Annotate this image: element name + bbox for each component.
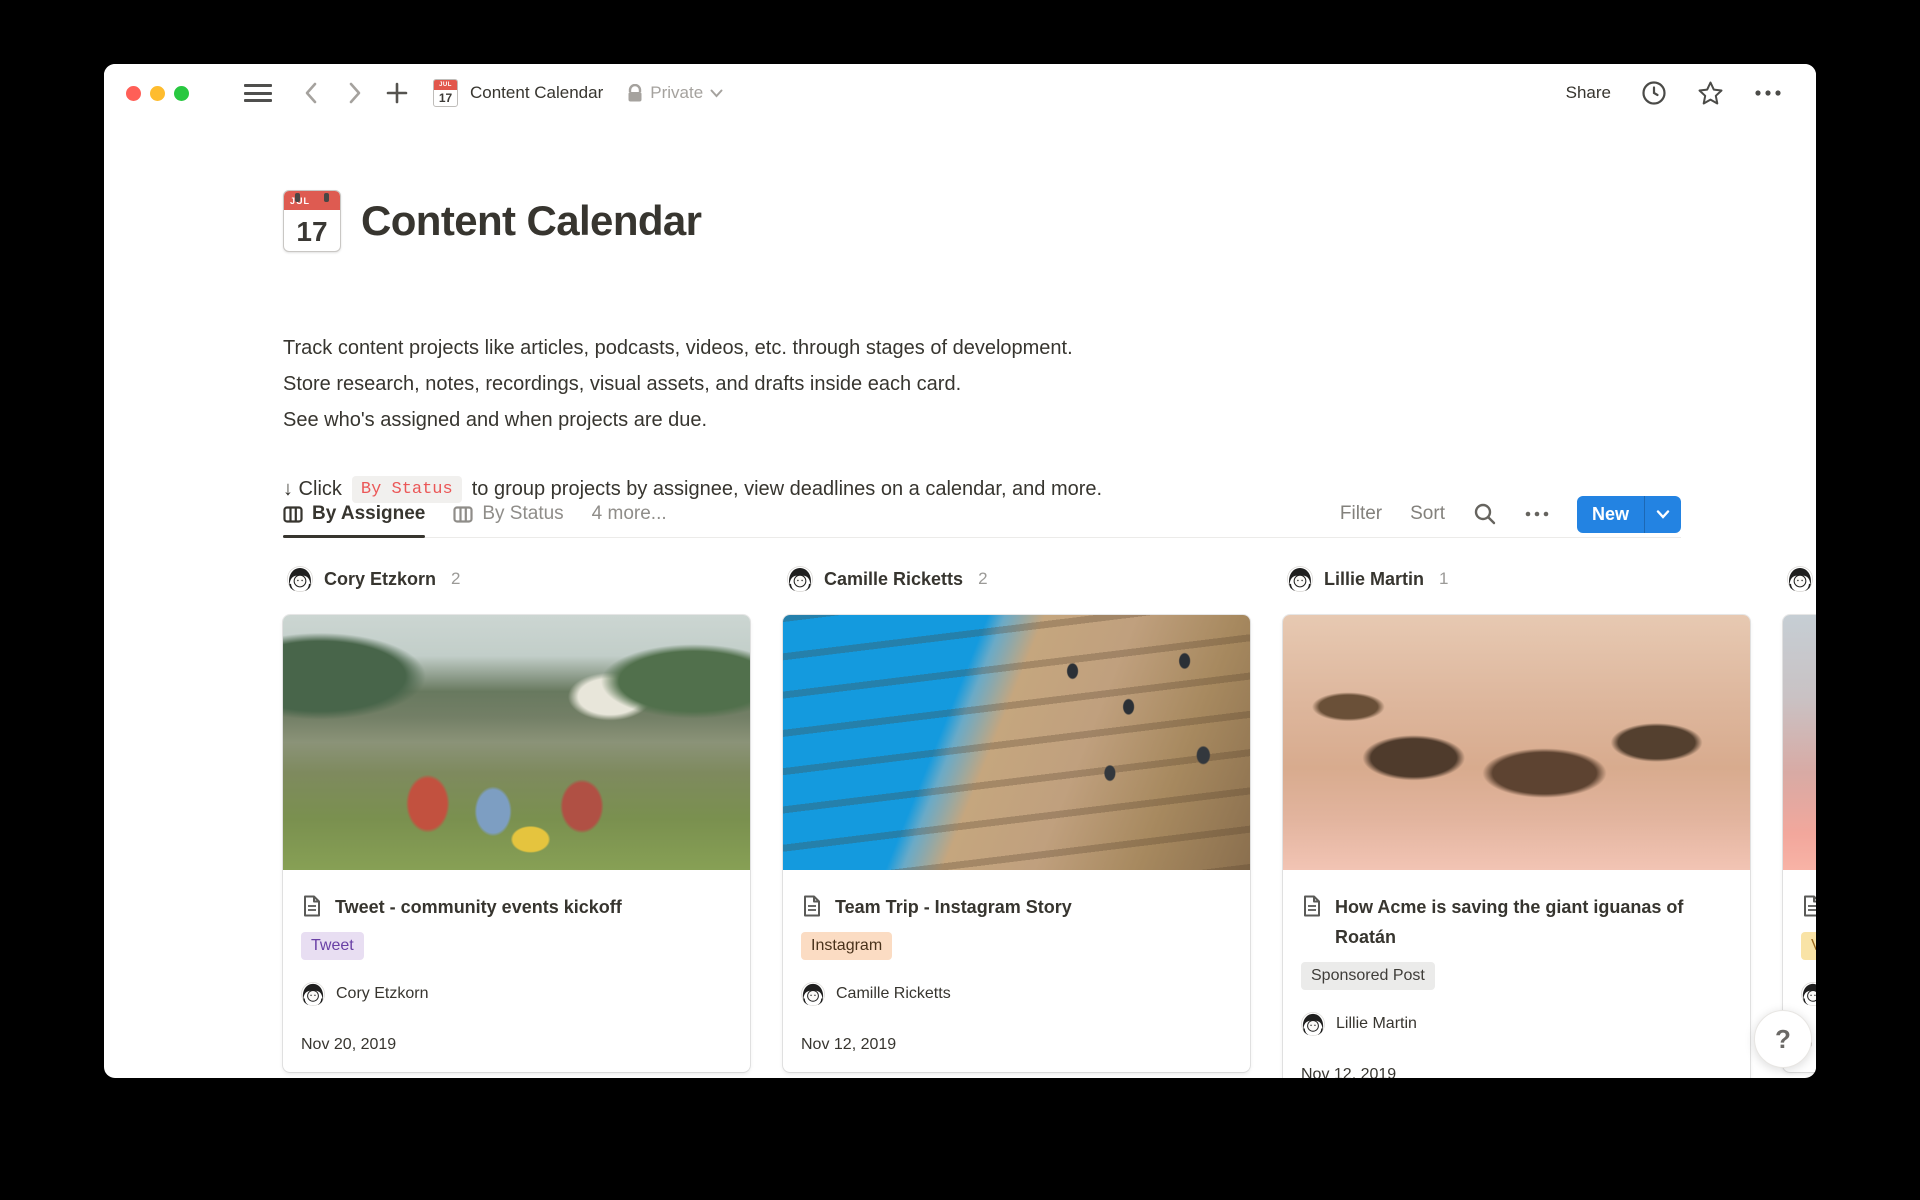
column-count: 1 [1439, 569, 1448, 589]
close-window-button[interactable] [126, 86, 141, 101]
board-by-assignee: Cory Etzkorn 2 Tweet - community events … [283, 566, 1816, 1078]
avatar [1287, 566, 1313, 592]
privacy-dropdown[interactable]: Private [627, 83, 723, 103]
column-header[interactable]: Cory Etzkorn 2 [283, 566, 750, 592]
column-count: 2 [451, 569, 460, 589]
card-cover-image [783, 615, 1250, 870]
share-button[interactable]: Share [1566, 83, 1611, 103]
tag-pill: V [1801, 932, 1816, 960]
avatar [1301, 1012, 1325, 1036]
tab-by-status[interactable]: By Status [453, 490, 563, 538]
document-icon [1801, 895, 1816, 918]
board-column: V D [1783, 566, 1816, 1078]
page-description: Track content projects like articles, po… [283, 330, 1073, 438]
chevron-down-icon [710, 89, 723, 98]
page-calendar-icon[interactable]: JUL 17 [283, 190, 341, 252]
tab-label: By Assignee [312, 503, 425, 525]
assignee-name: Cory Etzkorn [336, 985, 428, 1003]
back-icon[interactable] [301, 80, 323, 106]
assignee-name: Camille Ricketts [836, 985, 951, 1003]
board-view-icon [283, 506, 303, 523]
page-title[interactable]: Content Calendar [361, 197, 701, 245]
description-line: Store research, notes, recordings, visua… [283, 366, 1073, 402]
breadcrumb-page-title[interactable]: Content Calendar [470, 83, 603, 103]
card-cover-image [1783, 615, 1816, 870]
column-name: Lillie Martin [1324, 569, 1424, 590]
column-header[interactable]: Lillie Martin 1 [1283, 566, 1750, 592]
tag-pill: Sponsored Post [1301, 962, 1435, 990]
card-date: Nov 20, 2019 [301, 1032, 732, 1058]
new-page-plus-icon[interactable] [385, 81, 409, 105]
column-header[interactable] [1783, 566, 1816, 592]
avatar [1801, 982, 1816, 1006]
sidebar-menu-icon[interactable] [243, 82, 273, 104]
privacy-label: Private [650, 83, 703, 103]
more-views-link[interactable]: 4 more... [592, 503, 667, 525]
card-team-trip-instagram-story[interactable]: Team Trip - Instagram Story Instagram Ca… [783, 615, 1250, 1072]
tab-by-assignee[interactable]: By Assignee [283, 490, 425, 538]
document-icon [801, 895, 822, 918]
avatar [301, 982, 325, 1006]
minimize-window-button[interactable] [150, 86, 165, 101]
card-date: Nov 12, 2019 [1301, 1062, 1732, 1078]
updates-clock-icon[interactable] [1641, 80, 1667, 106]
column-name: Camille Ricketts [824, 569, 963, 590]
zoom-window-button[interactable] [174, 86, 189, 101]
description-line: See who's assigned and when projects are… [283, 402, 1073, 438]
tag-pill: Instagram [801, 932, 892, 960]
filter-button[interactable]: Filter [1340, 503, 1382, 525]
titlebar: JUL 17 Content Calendar Private Share [104, 64, 1816, 122]
column-count: 2 [978, 569, 987, 589]
column-header[interactable]: Camille Ricketts 2 [783, 566, 1250, 592]
avatar [1787, 566, 1813, 592]
lock-icon [627, 84, 643, 103]
card-title: Tweet - community events kickoff [335, 892, 622, 922]
document-icon [1301, 895, 1322, 918]
board-column: Cory Etzkorn 2 Tweet - community events … [283, 566, 750, 1078]
avatar [787, 566, 813, 592]
card-date: Nov 12, 2019 [801, 1032, 1232, 1058]
card-cover-image [1283, 615, 1750, 870]
notion-app-window: JUL 17 Content Calendar Private Share JU… [104, 64, 1816, 1078]
column-name: Cory Etzkorn [324, 569, 436, 590]
new-button-group: New [1577, 496, 1681, 533]
new-button[interactable]: New [1577, 496, 1644, 533]
sort-button[interactable]: Sort [1410, 503, 1445, 525]
card-partial[interactable]: V D [1783, 615, 1816, 1072]
card-tweet-community-events[interactable]: Tweet - community events kickoff Tweet C… [283, 615, 750, 1072]
forward-icon[interactable] [343, 80, 365, 106]
card-acme-iguanas[interactable]: How Acme is saving the giant iguanas of … [1283, 615, 1750, 1078]
search-icon[interactable] [1473, 502, 1497, 526]
avatar [287, 566, 313, 592]
card-cover-image [283, 615, 750, 870]
help-button[interactable]: ? [1754, 1010, 1812, 1068]
window-controls [126, 86, 189, 101]
board-column: Lillie Martin 1 How Acme is saving the g… [1283, 566, 1750, 1078]
avatar [801, 982, 825, 1006]
view-bar: By Assignee By Status 4 more... Filter S… [283, 490, 1681, 538]
favorite-star-icon[interactable] [1697, 80, 1724, 107]
card-title: How Acme is saving the giant iguanas of … [1335, 892, 1732, 952]
assignee-name: Lillie Martin [1336, 1015, 1417, 1033]
tag-pill: Tweet [301, 932, 364, 960]
new-dropdown-chevron-icon[interactable] [1644, 496, 1681, 533]
document-icon [301, 895, 322, 918]
more-options-ellipsis-icon[interactable] [1754, 89, 1782, 97]
board-column: Camille Ricketts 2 Team Trip - Instagram… [783, 566, 1250, 1078]
card-title: Team Trip - Instagram Story [835, 892, 1072, 922]
page-calendar-favicon-icon: JUL 17 [433, 79, 458, 107]
description-line: Track content projects like articles, po… [283, 330, 1073, 366]
board-view-icon [453, 506, 473, 523]
view-options-ellipsis-icon[interactable] [1525, 511, 1549, 517]
tab-label: By Status [482, 503, 563, 525]
